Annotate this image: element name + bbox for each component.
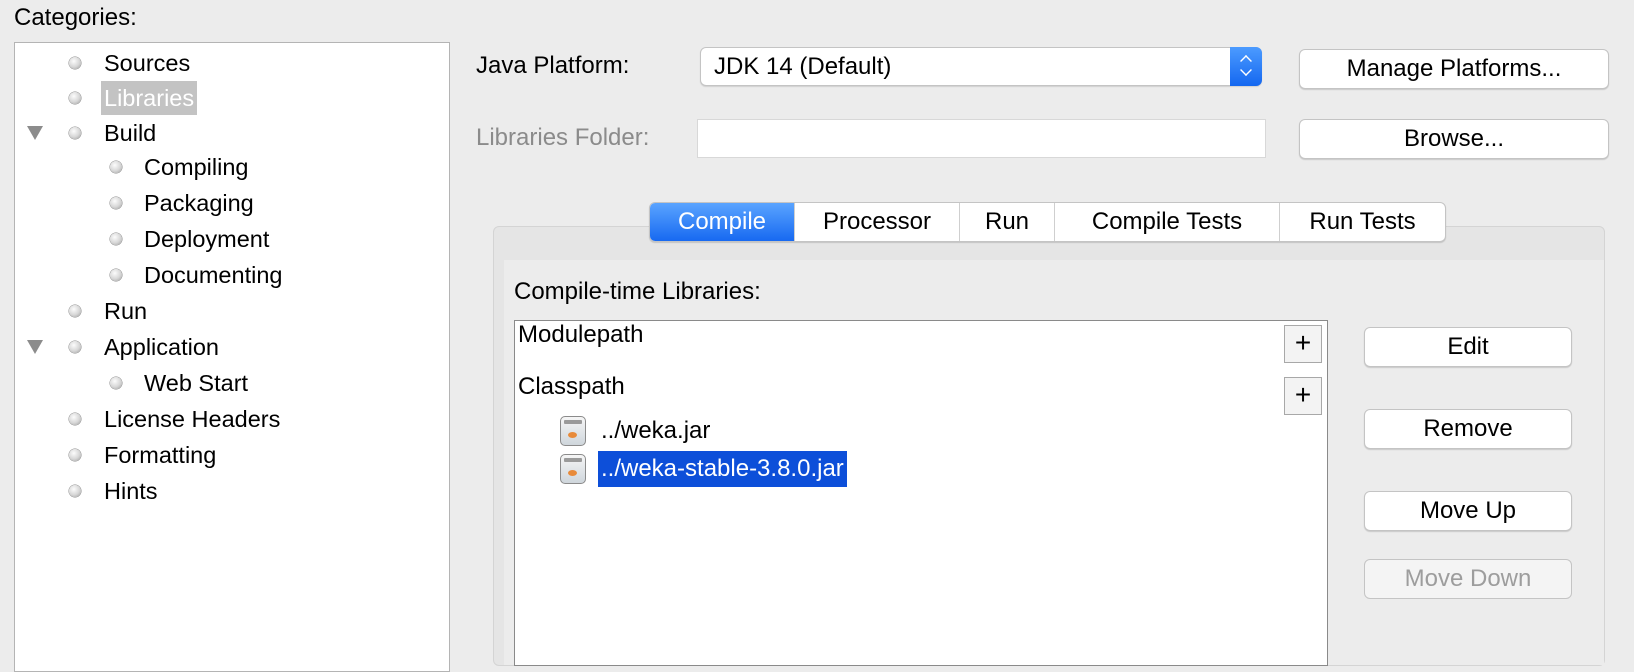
jar-name: ../weka-stable-3.8.0.jar: [598, 451, 847, 487]
jar-icon: [560, 454, 586, 484]
tree-item-label: Documenting: [144, 262, 283, 288]
modulepath-label: Modulepath: [518, 321, 644, 348]
tree-item-label: Web Start: [144, 370, 249, 396]
tree-item-label: Formatting: [104, 442, 217, 468]
tree-item-label: License Headers: [104, 406, 281, 432]
tab-compile-tests[interactable]: Compile Tests: [1054, 203, 1279, 241]
tab-processor[interactable]: Processor: [794, 203, 959, 241]
expand-triangle-icon[interactable]: [27, 340, 43, 354]
java-platform-select[interactable]: JDK 14 (Default): [700, 47, 1262, 86]
move-up-button[interactable]: Move Up: [1364, 491, 1572, 531]
compile-libraries-list[interactable]: Modulepath + Classpath + ../weka.jar ../…: [514, 320, 1328, 666]
bullet-icon: [69, 485, 81, 497]
jar-icon: [560, 416, 586, 446]
tab-run[interactable]: Run: [959, 203, 1054, 241]
bullet-icon: [69, 413, 81, 425]
tree-item-label: Packaging: [144, 190, 254, 216]
bullet-icon: [69, 57, 81, 69]
classpath-label: Classpath: [518, 373, 625, 400]
bullet-icon: [110, 233, 122, 245]
java-platform-value: JDK 14 (Default): [714, 53, 892, 80]
bullet-icon: [69, 127, 81, 139]
categories-label: Categories:: [14, 4, 137, 31]
add-classpath-button[interactable]: +: [1284, 377, 1322, 415]
bullet-icon: [69, 449, 81, 461]
libraries-folder-label: Libraries Folder:: [476, 124, 650, 151]
browse-button[interactable]: Browse...: [1299, 119, 1609, 159]
libraries-folder-field[interactable]: [697, 119, 1266, 158]
tree-item-label: Build: [104, 120, 157, 146]
category-tree[interactable]: Sources Libraries Build Compiling Packag…: [14, 42, 450, 672]
tree-item-label: Run: [104, 298, 148, 324]
tree-item-label: Libraries: [101, 81, 198, 115]
manage-platforms-button[interactable]: Manage Platforms...: [1299, 49, 1609, 89]
bullet-icon: [69, 341, 81, 353]
bullet-icon: [110, 377, 122, 389]
tree-item-label: Sources: [104, 50, 191, 76]
jar-name: ../weka.jar: [601, 417, 711, 444]
bullet-icon: [69, 92, 81, 104]
java-platform-label: Java Platform:: [476, 52, 630, 79]
bullet-icon: [110, 269, 122, 281]
move-down-button[interactable]: Move Down: [1364, 559, 1572, 599]
tree-item-label: Application: [104, 334, 219, 360]
select-stepper-icon[interactable]: [1230, 47, 1262, 86]
tab-bar: Compile Processor Run Compile Tests Run …: [649, 202, 1446, 242]
edit-button[interactable]: Edit: [1364, 327, 1572, 367]
add-modulepath-button[interactable]: +: [1284, 325, 1322, 363]
tab-run-tests[interactable]: Run Tests: [1279, 203, 1445, 241]
tree-item-label: Hints: [104, 478, 158, 504]
tree-item-label: Compiling: [144, 154, 249, 180]
bullet-icon: [69, 305, 81, 317]
compile-libraries-label: Compile-time Libraries:: [514, 278, 761, 305]
bullet-icon: [110, 197, 122, 209]
tree-item-label: Deployment: [144, 226, 270, 252]
remove-button[interactable]: Remove: [1364, 409, 1572, 449]
bullet-icon: [110, 161, 122, 173]
expand-triangle-icon[interactable]: [27, 126, 43, 140]
tab-compile[interactable]: Compile: [650, 203, 794, 241]
